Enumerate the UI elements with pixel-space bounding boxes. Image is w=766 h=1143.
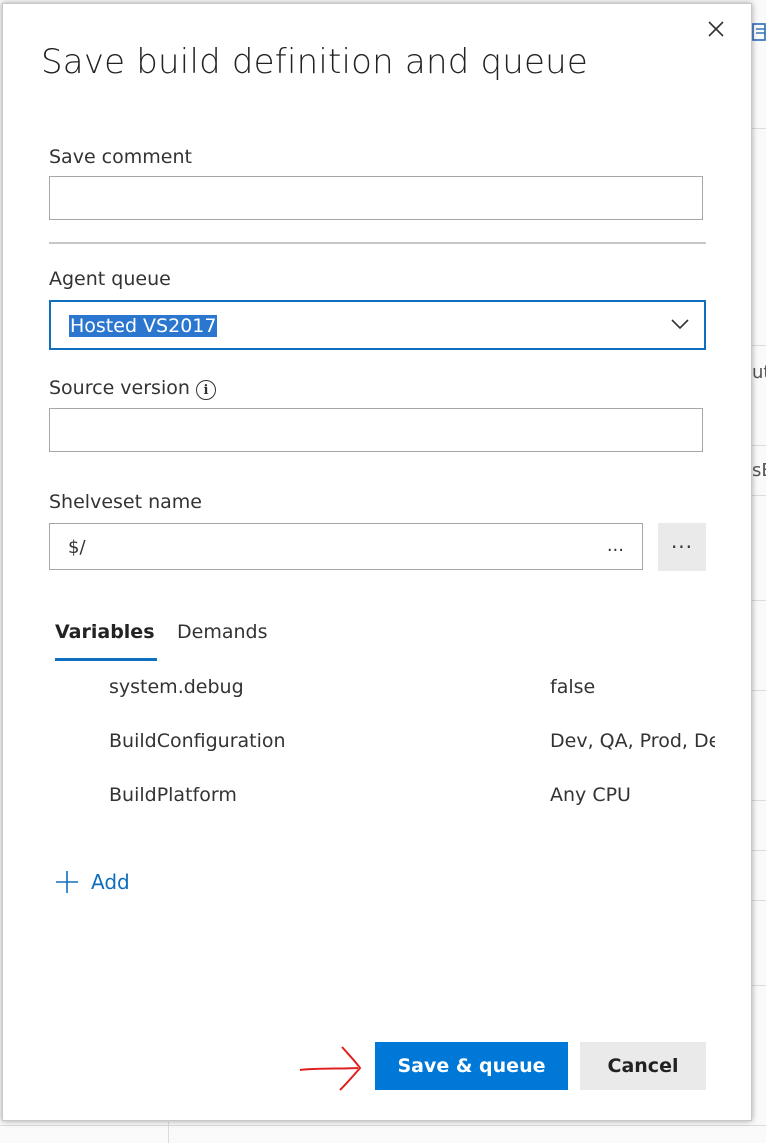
bg-divider xyxy=(751,345,766,346)
document-icon xyxy=(752,22,766,47)
agent-queue-label: Agent queue xyxy=(49,268,171,290)
shelveset-name-label: Shelveset name xyxy=(49,491,202,513)
source-version-input[interactable] xyxy=(49,408,703,452)
save-queue-dialog: Save build definition and queue Save com… xyxy=(2,3,752,1121)
tab-demands[interactable]: Demands xyxy=(177,621,267,643)
variable-value[interactable]: Dev, QA, Prod, De xyxy=(550,730,715,752)
bg-divider xyxy=(751,600,766,601)
bg-divider xyxy=(751,445,766,446)
section-divider xyxy=(49,242,706,244)
bg-divider xyxy=(751,128,766,129)
shelveset-name-value: $/ xyxy=(68,537,86,558)
variable-name[interactable]: system.debug xyxy=(109,676,244,698)
variable-value[interactable]: false xyxy=(550,676,715,698)
bg-divider xyxy=(751,900,766,901)
save-comment-label: Save comment xyxy=(49,146,192,168)
shelveset-name-field[interactable]: $/ ... xyxy=(49,523,643,570)
bg-divider xyxy=(168,1122,169,1143)
plus-icon xyxy=(55,870,79,894)
variable-value[interactable]: Any CPU xyxy=(550,784,715,806)
chevron-down-icon xyxy=(670,316,690,335)
dialog-title: Save build definition and queue xyxy=(41,42,589,82)
bg-text-fragment: sE xyxy=(752,460,766,481)
bg-divider xyxy=(0,1125,766,1126)
close-icon xyxy=(707,20,725,42)
agent-queue-selected-value: Hosted VS2017 xyxy=(69,315,218,337)
variable-name[interactable]: BuildConfiguration xyxy=(109,730,286,752)
save-and-queue-button[interactable]: Save & queue xyxy=(375,1042,568,1090)
add-variable-link[interactable]: Add xyxy=(55,870,130,894)
cancel-button[interactable]: Cancel xyxy=(580,1042,706,1090)
annotation-arrow-icon xyxy=(298,1044,364,1096)
source-version-label: Source version xyxy=(49,377,190,399)
add-variable-label: Add xyxy=(91,870,130,894)
close-button[interactable] xyxy=(703,18,729,44)
bg-divider xyxy=(751,985,766,986)
info-icon[interactable]: i xyxy=(196,380,216,400)
browse-shelveset-button[interactable]: ··· xyxy=(658,523,706,571)
bg-divider xyxy=(751,690,766,691)
save-comment-input[interactable] xyxy=(49,176,703,220)
shelveset-ellipsis: ... xyxy=(606,535,624,556)
bg-divider xyxy=(751,495,766,496)
variable-name[interactable]: BuildPlatform xyxy=(109,784,237,806)
bg-divider xyxy=(751,850,766,851)
tab-variables[interactable]: Variables xyxy=(55,621,156,661)
bg-divider xyxy=(751,800,766,801)
bg-text-fragment: ut xyxy=(752,362,766,383)
agent-queue-select[interactable]: Hosted VS2017 xyxy=(49,300,706,350)
